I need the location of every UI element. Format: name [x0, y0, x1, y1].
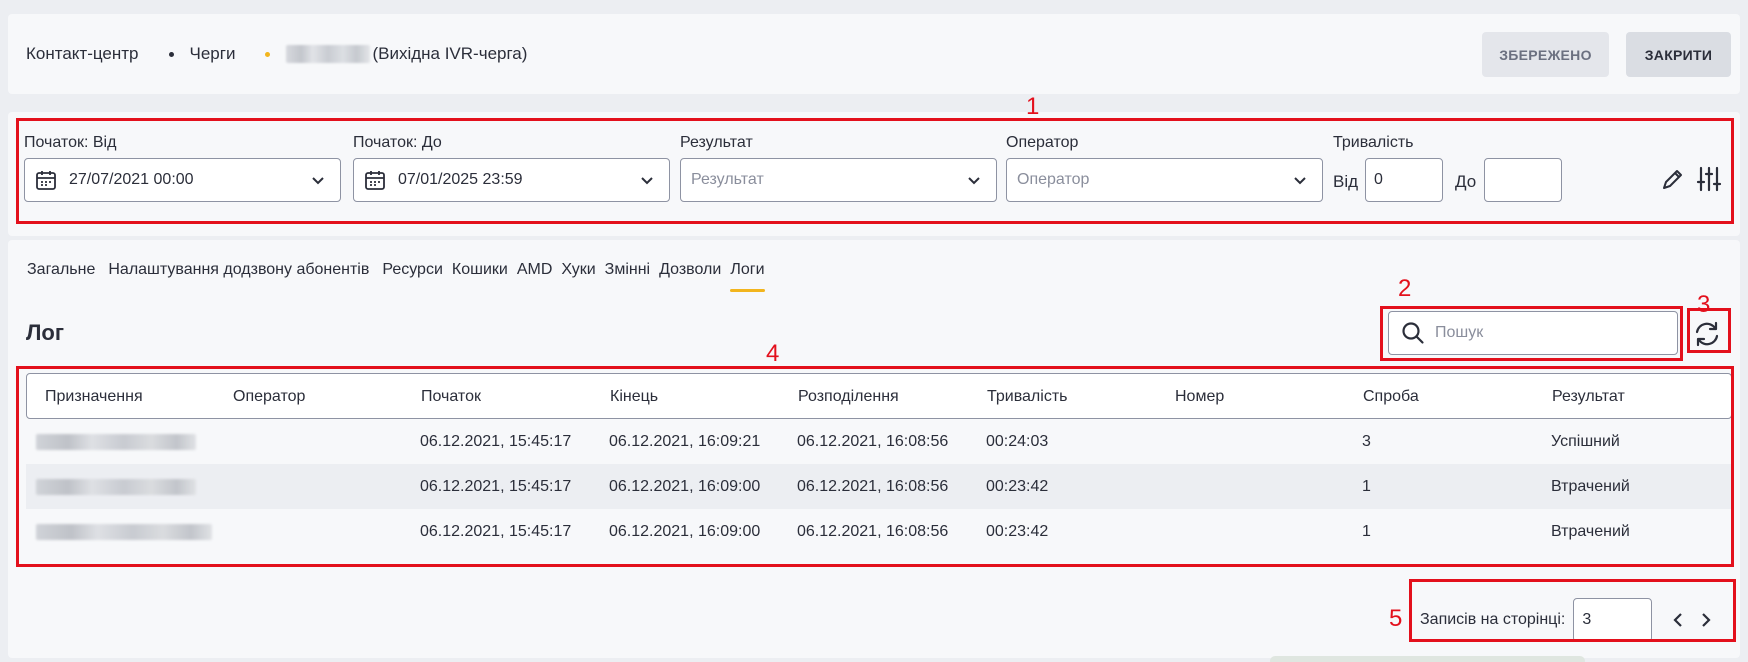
- tabs: Загальне Налаштування додзвону абонентів…: [27, 261, 774, 292]
- breadcrumb-separator: [168, 51, 174, 57]
- tab-buckets[interactable]: Кошики: [452, 261, 508, 279]
- annotation-number: 1: [1026, 93, 1040, 120]
- tab-amd[interactable]: AMD: [517, 261, 553, 279]
- annotation-number: 4: [766, 340, 780, 367]
- annotation-number: 3: [1697, 291, 1711, 318]
- bottom-toast-stub: [1270, 656, 1585, 662]
- redacted-queue-name: [286, 45, 371, 63]
- annotation-box-filters: [16, 118, 1734, 224]
- saved-button[interactable]: ЗБЕРЕЖЕНО: [1482, 32, 1609, 77]
- tab-variables[interactable]: Змінні: [605, 261, 650, 279]
- tab-dialing-settings[interactable]: Налаштування додзвону абонентів: [108, 261, 369, 279]
- tab-general[interactable]: Загальне: [27, 261, 95, 279]
- tab-logs[interactable]: Логи: [730, 261, 765, 292]
- breadcrumb-current-queue: (Вихідна IVR-черга): [372, 44, 528, 63]
- annotation-box-pagination: [1409, 579, 1736, 642]
- page-title: Лог: [26, 320, 65, 345]
- tab-permissions[interactable]: Дозволи: [659, 261, 721, 279]
- annotation-number: 2: [1398, 275, 1412, 302]
- breadcrumb-queues[interactable]: Черги: [190, 44, 236, 64]
- annotation-box-table: [16, 366, 1734, 567]
- annotation-number: 5: [1389, 605, 1403, 632]
- close-button[interactable]: ЗАКРИТИ: [1626, 32, 1731, 77]
- tab-resources[interactable]: Ресурси: [382, 261, 443, 279]
- annotation-box-search: [1380, 306, 1683, 361]
- breadcrumb-contact-center[interactable]: Контакт-центр: [26, 44, 139, 64]
- breadcrumb-separator-accent: [265, 51, 271, 57]
- breadcrumb: Контакт-центр Черги (Вихідна IVR-черга): [26, 44, 527, 64]
- tab-hooks[interactable]: Хуки: [561, 261, 595, 279]
- top-bar: Контакт-центр Черги (Вихідна IVR-черга) …: [8, 14, 1740, 94]
